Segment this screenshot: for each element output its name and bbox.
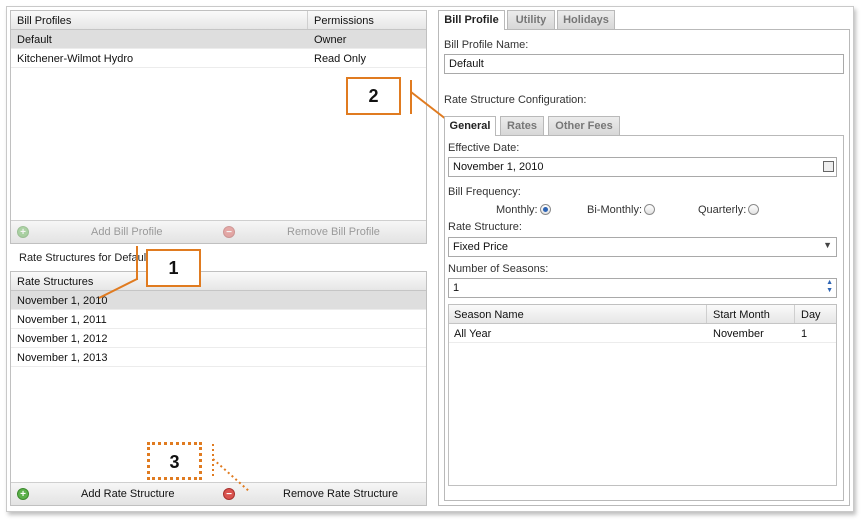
seasons-header: Season Name Start Month Day (449, 305, 836, 324)
general-panel: Effective Date: November 1, 2010 Bill Fr… (444, 135, 844, 501)
seasons-grid: Season Name Start Month Day All Year Nov… (448, 304, 837, 486)
start-month-column[interactable]: Start Month (713, 309, 770, 321)
add-icon: + (17, 488, 29, 500)
rate-structures-header: Rate Structures (11, 272, 426, 291)
bill-profile-name-field[interactable]: Default (444, 54, 844, 74)
bill-profiles-column[interactable]: Bill Profiles (17, 15, 71, 27)
rate-structures-title: Rate Structures for Default (19, 252, 150, 264)
app-window: Bill Profiles Permissions Default Owner … (6, 6, 854, 512)
monthly-label: Monthly: (496, 204, 538, 216)
add-icon: + (17, 226, 29, 238)
remove-icon: − (223, 488, 235, 500)
quarterly-label: Quarterly: (698, 204, 747, 216)
calendar-icon[interactable] (823, 161, 834, 172)
profile-name: Default (17, 34, 52, 46)
rate-structures-grid: Rate Structures November 1, 2010 Novembe… (10, 271, 427, 506)
table-row[interactable]: November 1, 2011 (11, 310, 426, 329)
effective-date-label: Effective Date: (448, 142, 520, 154)
rate-structure-label: Rate Structure: (448, 221, 522, 233)
season-name-column[interactable]: Season Name (454, 309, 524, 321)
season-start-month: November (713, 328, 764, 340)
rate-structure-date: November 1, 2010 (17, 295, 108, 307)
spinner-up-icon[interactable]: ▲ (826, 279, 833, 286)
bill-profiles-grid: Bill Profiles Permissions Default Owner … (10, 10, 427, 244)
bill-profiles-header: Bill Profiles Permissions (11, 11, 426, 30)
effective-date-field[interactable]: November 1, 2010 (448, 157, 837, 177)
callout-1: 1 (146, 249, 201, 287)
add-rate-structure-button[interactable]: + Add Rate Structure (17, 488, 217, 502)
season-name: All Year (454, 328, 492, 340)
day-column[interactable]: Day (801, 309, 821, 321)
chevron-down-icon[interactable]: ▼ (823, 240, 832, 250)
table-row[interactable]: All Year November 1 (449, 324, 836, 343)
bill-profile-name-label: Bill Profile Name: (444, 39, 529, 51)
remove-rate-structure-button[interactable]: − Remove Rate Structure (223, 488, 423, 502)
rate-structure-config-label: Rate Structure Configuration: (444, 94, 587, 106)
rate-structures-toolbar: + Add Rate Structure − Remove Rate Struc… (11, 482, 426, 505)
permissions-column[interactable]: Permissions (314, 15, 374, 27)
callout-2: 2 (346, 77, 401, 115)
monthly-radio[interactable] (540, 204, 551, 215)
table-row[interactable]: November 1, 2013 (11, 348, 426, 367)
table-row[interactable]: November 1, 2012 (11, 329, 426, 348)
profile-name: Kitchener-Wilmot Hydro (17, 53, 134, 65)
callout-3: 3 (147, 442, 202, 480)
season-day: 1 (801, 328, 808, 340)
rate-structures-column[interactable]: Rate Structures (17, 276, 93, 288)
rate-structure-select[interactable]: Fixed Price ▼ (448, 237, 837, 257)
bill-profile-panel: Bill Profile Name: Default Rate Structur… (438, 29, 850, 506)
rate-structure-date: November 1, 2013 (17, 352, 108, 364)
tab-bill-profile[interactable]: Bill Profile (438, 10, 505, 30)
remove-bill-profile-button[interactable]: − Remove Bill Profile (223, 226, 423, 240)
table-row[interactable]: Kitchener-Wilmot Hydro Read Only (11, 49, 426, 68)
bill-profiles-toolbar: + Add Bill Profile − Remove Bill Profile (11, 220, 426, 243)
remove-icon: − (223, 226, 235, 238)
tab-holidays[interactable]: Holidays (557, 10, 615, 29)
bill-frequency-label: Bill Frequency: (448, 186, 521, 198)
subtab-general[interactable]: General (444, 116, 496, 136)
rate-structure-date: November 1, 2012 (17, 333, 108, 345)
table-row[interactable]: Default Owner (11, 30, 426, 49)
rate-structure-date: November 1, 2011 (17, 314, 107, 326)
table-row[interactable]: November 1, 2010 (11, 291, 426, 310)
add-bill-profile-button[interactable]: + Add Bill Profile (17, 226, 217, 240)
spinner-down-icon[interactable]: ▼ (826, 287, 833, 294)
number-of-seasons-stepper[interactable]: 1 ▲ ▼ (448, 278, 837, 298)
quarterly-radio[interactable] (748, 204, 759, 215)
subtab-other-fees[interactable]: Other Fees (548, 116, 620, 135)
subtab-rates[interactable]: Rates (500, 116, 544, 135)
number-of-seasons-label: Number of Seasons: (448, 263, 549, 275)
bimonthly-label: Bi-Monthly: (587, 204, 643, 216)
tab-utility[interactable]: Utility (507, 10, 555, 29)
profile-permission: Read Only (314, 53, 366, 65)
profile-permission: Owner (314, 34, 347, 46)
bimonthly-radio[interactable] (644, 204, 655, 215)
